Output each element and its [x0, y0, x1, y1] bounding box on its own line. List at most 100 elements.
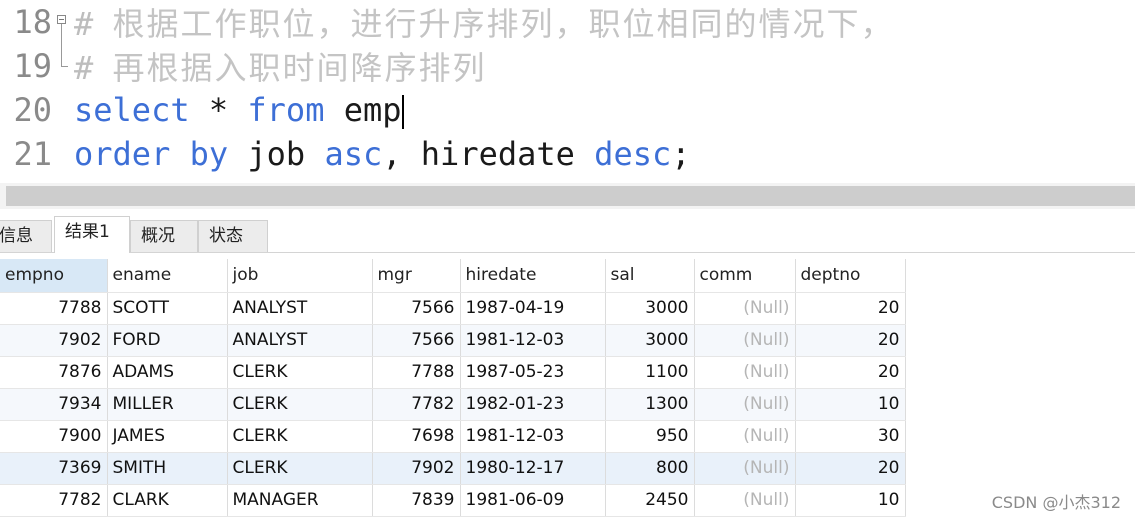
- cell-comm[interactable]: (Null): [694, 484, 796, 517]
- cell-sal[interactable]: 1300: [605, 388, 695, 421]
- column-header-empno[interactable]: empno: [0, 259, 108, 293]
- cell-comm[interactable]: (Null): [694, 324, 796, 357]
- comment-text: 再根据入职时间降序排列: [112, 49, 487, 87]
- cell-job[interactable]: MANAGER: [227, 484, 373, 517]
- cell-comm[interactable]: (Null): [694, 452, 796, 485]
- cell-hiredate[interactable]: 1982-01-23: [460, 388, 606, 421]
- cell-empno[interactable]: 7788: [0, 292, 108, 325]
- comment-hash: #: [74, 5, 113, 43]
- cell-comm[interactable]: (Null): [694, 356, 796, 389]
- cell-ename[interactable]: JAMES: [107, 420, 228, 453]
- keyword-from: from: [247, 91, 325, 129]
- cell-ename[interactable]: FORD: [107, 324, 228, 357]
- code-line-21[interactable]: 21 order by job asc, hiredate desc;: [0, 132, 1135, 176]
- cell-deptno[interactable]: 20: [795, 452, 906, 485]
- cell-ename[interactable]: MILLER: [107, 388, 228, 421]
- tab-profile[interactable]: 概况: [130, 220, 198, 252]
- line-number: 21: [13, 135, 52, 173]
- cell-job[interactable]: CLERK: [227, 356, 373, 389]
- cell-deptno[interactable]: 20: [795, 292, 906, 325]
- table-row[interactable]: 7782 CLARK MANAGER 7839 1981-06-09 2450 …: [0, 484, 906, 517]
- text-caret: [401, 95, 404, 129]
- table-row[interactable]: 7369 SMITH CLERK 7902 1980-12-17 800 (Nu…: [0, 452, 906, 485]
- comment-hash: #: [74, 49, 113, 87]
- cell-ename[interactable]: ADAMS: [107, 356, 228, 389]
- table-row[interactable]: 7788 SCOTT ANALYST 7566 1987-04-19 3000 …: [0, 292, 906, 325]
- table-row[interactable]: 7876 ADAMS CLERK 7788 1987-05-23 1100 (N…: [0, 356, 906, 389]
- table-name: emp: [324, 91, 402, 129]
- watermark: CSDN @小杰312: [991, 493, 1121, 512]
- cell-sal[interactable]: 2450: [605, 484, 695, 517]
- cell-hiredate[interactable]: 1981-12-03: [460, 420, 606, 453]
- cell-sal[interactable]: 800: [605, 452, 695, 485]
- code-line-19[interactable]: 19 # 再根据入职时间降序排列: [0, 44, 1135, 88]
- header-row: empno ename job mgr hiredate sal comm de…: [0, 259, 906, 293]
- cell-empno[interactable]: 7934: [0, 388, 108, 421]
- code-line-20[interactable]: 20 select * from emp: [0, 88, 1135, 132]
- cell-mgr[interactable]: 7782: [372, 388, 461, 421]
- cell-job[interactable]: CLERK: [227, 452, 373, 485]
- cell-mgr[interactable]: 7566: [372, 324, 461, 357]
- cell-mgr[interactable]: 7788: [372, 356, 461, 389]
- column-header-mgr[interactable]: mgr: [372, 259, 461, 293]
- cell-comm[interactable]: (Null): [694, 420, 796, 453]
- cell-comm[interactable]: (Null): [694, 388, 796, 421]
- line-number: 18: [13, 3, 52, 41]
- keyword-desc: desc: [594, 135, 672, 173]
- tab-status[interactable]: 状态: [198, 220, 268, 252]
- cell-empno[interactable]: 7876: [0, 356, 108, 389]
- cell-deptno[interactable]: 10: [795, 388, 906, 421]
- cell-hiredate[interactable]: 1980-12-17: [460, 452, 606, 485]
- result-grid[interactable]: empno ename job mgr hiredate sal comm de…: [0, 259, 906, 517]
- cell-sal[interactable]: 1100: [605, 356, 695, 389]
- column-header-job[interactable]: job: [227, 259, 373, 293]
- cell-job[interactable]: ANALYST: [227, 324, 373, 357]
- column-header-sal[interactable]: sal: [605, 259, 695, 293]
- cell-comm[interactable]: (Null): [694, 292, 796, 325]
- sql-editor[interactable]: 18 # 根据工作职位，进行升序排列，职位相同的情况下， 19 # 再根据入职时…: [0, 0, 1135, 183]
- editor-horizontal-scrollbar[interactable]: [0, 183, 1135, 209]
- code-line-18[interactable]: 18 # 根据工作职位，进行升序排列，职位相同的情况下，: [0, 0, 1135, 44]
- cell-sal[interactable]: 950: [605, 420, 695, 453]
- cell-mgr[interactable]: 7902: [372, 452, 461, 485]
- cell-hiredate[interactable]: 1981-06-09: [460, 484, 606, 517]
- table-row[interactable]: 7934 MILLER CLERK 7782 1982-01-23 1300 (…: [0, 388, 906, 421]
- cell-ename[interactable]: SMITH: [107, 452, 228, 485]
- cell-ename[interactable]: CLARK: [107, 484, 228, 517]
- cell-sal[interactable]: 3000: [605, 292, 695, 325]
- table-row[interactable]: 7902 FORD ANALYST 7566 1981-12-03 3000 (…: [0, 324, 906, 357]
- cell-mgr[interactable]: 7698: [372, 420, 461, 453]
- tab-result-1[interactable]: 结果1: [54, 216, 130, 253]
- cell-deptno[interactable]: 20: [795, 356, 906, 389]
- column-header-comm[interactable]: comm: [694, 259, 796, 293]
- cell-empno[interactable]: 7900: [0, 420, 108, 453]
- cell-hiredate[interactable]: 1987-05-23: [460, 356, 606, 389]
- comment-text: 根据工作职位，进行升序排列，职位相同的情况下，: [112, 5, 895, 43]
- cell-deptno[interactable]: 30: [795, 420, 906, 453]
- cell-mgr[interactable]: 7839: [372, 484, 461, 517]
- cell-hiredate[interactable]: 1981-12-03: [460, 324, 606, 357]
- scrollbar-thumb[interactable]: [6, 186, 1135, 206]
- column-header-hiredate[interactable]: hiredate: [460, 259, 606, 293]
- cell-mgr[interactable]: 7566: [372, 292, 461, 325]
- cell-deptno[interactable]: 10: [795, 484, 906, 517]
- cell-empno[interactable]: 7782: [0, 484, 108, 517]
- tab-info[interactable]: 信息: [0, 220, 52, 252]
- column-header-ename[interactable]: ename: [107, 259, 228, 293]
- cell-deptno[interactable]: 20: [795, 324, 906, 357]
- table-row[interactable]: 7900 JAMES CLERK 7698 1981-12-03 950 (Nu…: [0, 420, 906, 453]
- keyword-asc: asc: [324, 135, 383, 173]
- line-number: 20: [13, 91, 52, 129]
- column-header-deptno[interactable]: deptno: [795, 259, 906, 293]
- cell-job[interactable]: ANALYST: [227, 292, 373, 325]
- cell-hiredate[interactable]: 1987-04-19: [460, 292, 606, 325]
- keyword-order-by: order by: [74, 135, 229, 173]
- cell-job[interactable]: CLERK: [227, 388, 373, 421]
- fold-end-icon: [52, 44, 74, 88]
- cell-empno[interactable]: 7369: [0, 452, 108, 485]
- cell-empno[interactable]: 7902: [0, 324, 108, 357]
- cell-sal[interactable]: 3000: [605, 324, 695, 357]
- cell-ename[interactable]: SCOTT: [107, 292, 228, 325]
- fold-toggle-icon[interactable]: [52, 0, 74, 44]
- cell-job[interactable]: CLERK: [227, 420, 373, 453]
